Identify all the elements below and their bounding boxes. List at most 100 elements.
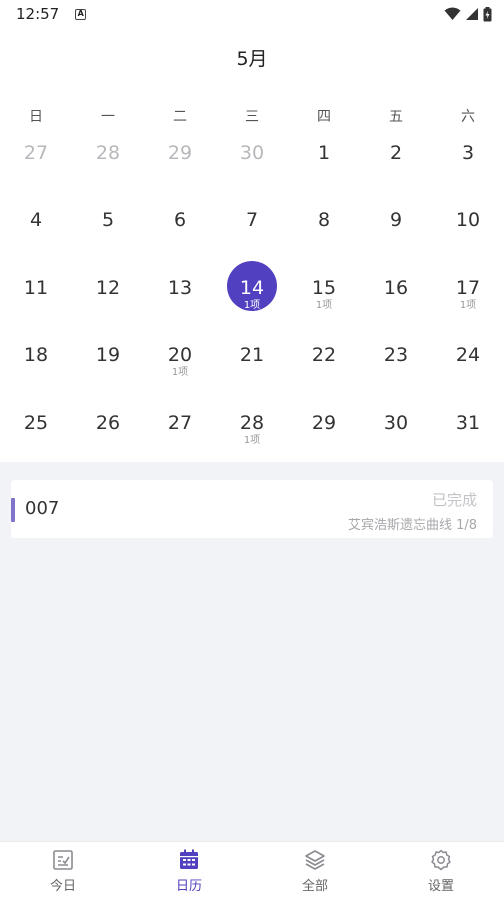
- day-number: 27: [167, 411, 193, 434]
- day-number: 31: [455, 411, 481, 434]
- task-card[interactable]: 007 已完成 艾宾浩斯遗忘曲线 1/8: [11, 480, 493, 538]
- day-number: 26: [95, 411, 121, 434]
- day-number: 23: [383, 344, 409, 367]
- bottom-nav: 今日 日历 全部 设置: [0, 841, 504, 897]
- calendar-day[interactable]: 8: [288, 203, 360, 270]
- calendar-day[interactable]: 16: [360, 271, 432, 338]
- day-number: 16: [383, 276, 409, 299]
- calendar-day[interactable]: 9: [360, 203, 432, 270]
- layers-icon: [305, 850, 325, 870]
- day-grid: 27 28 29 30 1 2 3 4 5 6 7 8 9 10 11 12 13 14 1项 15 1项 16 17 1项 1…: [0, 136, 504, 473]
- calendar-day[interactable]: 21: [216, 338, 288, 405]
- day-number: 21: [239, 344, 265, 367]
- day-number: 2: [389, 142, 403, 164]
- calendar-day[interactable]: 25: [0, 406, 72, 473]
- day-number: 25: [23, 411, 49, 434]
- weekday-sun: 日: [29, 109, 43, 125]
- calendar-day[interactable]: 28 1项: [216, 406, 288, 473]
- calendar-day-selected[interactable]: 14 1项: [216, 260, 288, 338]
- nav-item-settings[interactable]: 设置: [378, 842, 504, 897]
- day-number: 11: [23, 276, 49, 299]
- calendar-day[interactable]: 30: [360, 406, 432, 473]
- day-number: 8: [317, 209, 331, 232]
- day-number: 13: [167, 276, 193, 299]
- month-title[interactable]: 5月: [0, 44, 504, 71]
- task-accent-bar: [11, 498, 15, 522]
- calendar-day[interactable]: 1: [288, 136, 360, 203]
- nav-item-today[interactable]: 今日: [0, 842, 126, 897]
- day-task-count: 1项: [459, 299, 477, 311]
- calendar-day[interactable]: 24: [432, 338, 504, 405]
- day-number: 19: [95, 344, 121, 367]
- app-root: 12:57 A 5月 日 一 二 三 四 五 六 27 28 29 30 1 2…: [0, 0, 504, 897]
- calendar-day[interactable]: 6: [144, 203, 216, 270]
- calendar-day[interactable]: 13: [144, 271, 216, 338]
- day-number: 15: [311, 276, 337, 299]
- status-bar: 12:57 A: [0, 0, 504, 28]
- calendar-day[interactable]: 12: [72, 271, 144, 338]
- day-number: 29: [311, 411, 337, 434]
- day-number: 10: [455, 209, 481, 232]
- calendar-day[interactable]: 27: [0, 136, 72, 203]
- weekday-thu: 四: [317, 109, 331, 125]
- calendar-day[interactable]: 11: [0, 271, 72, 338]
- wifi-icon: [444, 7, 461, 20]
- calendar-day[interactable]: 18: [0, 338, 72, 405]
- calendar-day[interactable]: 26: [72, 406, 144, 473]
- calendar-day[interactable]: 19: [72, 338, 144, 405]
- weekday-fri: 五: [389, 109, 403, 125]
- calendar-day[interactable]: 10: [432, 203, 504, 270]
- today-icon: [53, 850, 73, 870]
- calendar-day[interactable]: 29: [288, 406, 360, 473]
- weekday-sat: 六: [461, 109, 475, 125]
- day-number: 9: [389, 209, 403, 232]
- day-number: 30: [383, 411, 409, 434]
- calendar-day[interactable]: 3: [432, 136, 504, 203]
- day-number: 14: [239, 276, 265, 299]
- weekday-header: 日 一 二 三 四 五 六: [0, 106, 504, 126]
- nav-item-calendar[interactable]: 日历: [126, 842, 252, 897]
- gear-icon: [431, 849, 451, 871]
- day-number: 5: [101, 209, 115, 232]
- calendar-day[interactable]: 27: [144, 406, 216, 473]
- task-title: 007: [25, 498, 60, 519]
- day-task-count: 1项: [315, 299, 333, 311]
- nav-label-all: 全部: [301, 879, 328, 894]
- day-number: 28: [95, 142, 121, 164]
- day-task-count: 1项: [243, 434, 261, 446]
- task-status: 已完成: [431, 491, 477, 509]
- day-number: 3: [461, 142, 475, 164]
- calendar-day[interactable]: 20 1项: [144, 338, 216, 405]
- day-number: 18: [23, 344, 49, 367]
- nav-item-all[interactable]: 全部: [252, 842, 378, 897]
- calendar-day[interactable]: 2: [360, 136, 432, 203]
- day-number: 17: [455, 276, 481, 299]
- nav-label-calendar: 日历: [175, 879, 202, 894]
- battery-icon: [483, 6, 492, 21]
- calendar-icon: [180, 849, 198, 869]
- calendar-day[interactable]: 17 1项: [432, 271, 504, 338]
- calendar-day[interactable]: 28: [72, 136, 144, 203]
- calendar-day[interactable]: 15 1项: [288, 271, 360, 338]
- calendar-day[interactable]: 31: [432, 406, 504, 473]
- calendar-day[interactable]: 23: [360, 338, 432, 405]
- day-number: 1: [317, 142, 331, 164]
- nav-label-settings: 设置: [427, 879, 454, 894]
- calendar-panel: 5月 日 一 二 三 四 五 六 27 28 29 30 1 2 3 4 5 6 7 8 9 10 11 12…: [0, 28, 504, 462]
- day-number: 6: [173, 209, 187, 232]
- day-task-count: 1项: [243, 299, 261, 311]
- calendar-day[interactable]: 22: [288, 338, 360, 405]
- day-number: 29: [167, 142, 193, 164]
- day-number: 22: [311, 344, 337, 367]
- weekday-tue: 二: [173, 109, 187, 125]
- day-number: 27: [23, 142, 49, 164]
- calendar-day[interactable]: 30: [216, 136, 288, 203]
- day-number: 4: [29, 209, 43, 232]
- calendar-day[interactable]: 29: [144, 136, 216, 203]
- status-icons: [444, 6, 492, 22]
- a-notification-icon: A: [75, 8, 87, 20]
- nav-label-today: 今日: [49, 879, 76, 894]
- calendar-day[interactable]: 5: [72, 203, 144, 270]
- calendar-day[interactable]: 4: [0, 203, 72, 270]
- day-number: 20: [167, 344, 193, 367]
